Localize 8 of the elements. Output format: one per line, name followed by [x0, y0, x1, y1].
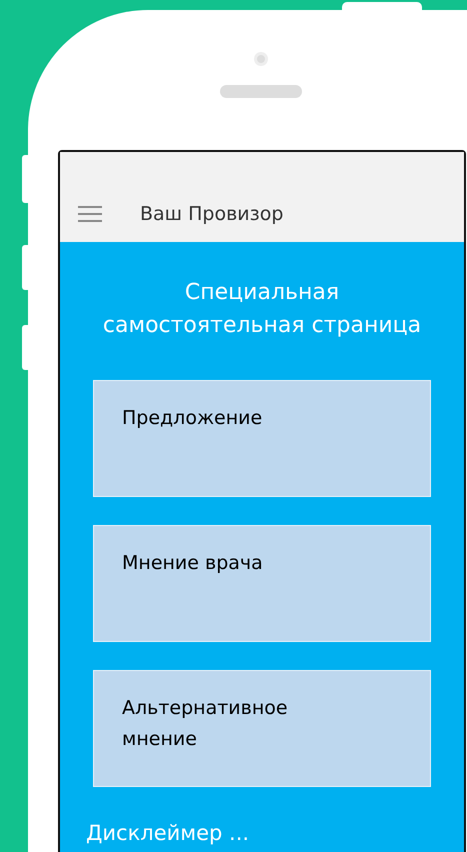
app-title: Ваш Провизор	[140, 203, 284, 225]
menu-card[interactable]: Мнение врача	[93, 525, 431, 642]
menu-icon[interactable]	[78, 206, 102, 222]
page-heading: Специальная самостоятельная страница	[102, 279, 422, 340]
menu-card[interactable]: Альтернативное мнение	[93, 670, 431, 787]
disclaimer-text: Дисклеймер ...	[86, 821, 250, 845]
menu-card[interactable]: Предложение	[93, 380, 431, 497]
camera-icon	[254, 52, 268, 66]
